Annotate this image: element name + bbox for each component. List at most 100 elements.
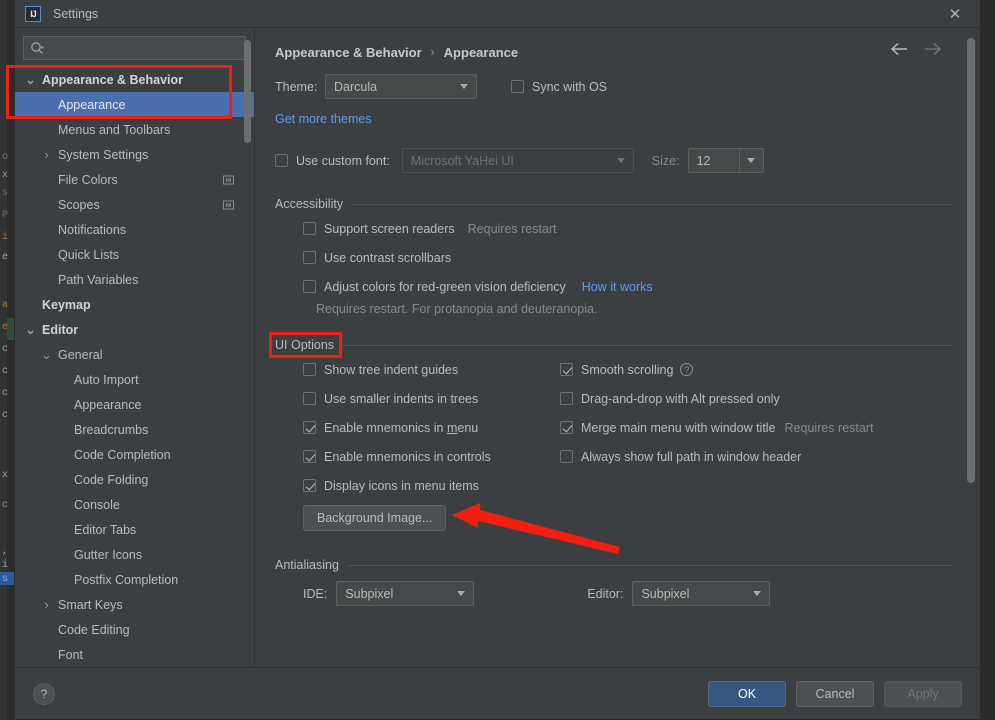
sidebar-item-appearance[interactable]: Appearance	[15, 92, 254, 117]
ui-option-row: Enable mnemonics in menu	[303, 413, 555, 442]
code-fragment: i	[2, 560, 9, 571]
ui-option-label: Enable mnemonics in menu	[324, 420, 479, 435]
chevron-down-icon[interactable]: ⌄	[40, 348, 53, 361]
ui-option-row: Always show full path in window header	[560, 442, 873, 471]
sidebar-item-code-editing[interactable]: Code Editing	[15, 617, 254, 642]
ui-option-label: Merge main menu with window title	[581, 420, 776, 435]
antialiasing-ide-combobox[interactable]: Subpixel	[336, 581, 475, 606]
breadcrumb-parent[interactable]: Appearance & Behavior	[275, 45, 422, 60]
arrow-right-icon[interactable]	[923, 42, 942, 56]
settings-tree: ⌄ Appearance & Behavior Appearance Menus an…	[15, 66, 254, 667]
ui-option-checkbox-left-2[interactable]	[303, 421, 316, 434]
ui-options-left-column: Show tree indent guides Use smaller inden…	[303, 355, 555, 500]
ui-option-row: Smooth scrolling?	[560, 355, 873, 384]
sidebar-scrollbar[interactable]	[244, 40, 251, 143]
accessibility-title: Accessibility	[275, 197, 344, 211]
sidebar-item-label: Editor Tabs	[74, 522, 137, 537]
antialiasing-editor-combobox[interactable]: Subpixel	[632, 581, 771, 606]
ui-option-checkbox-left-0[interactable]	[303, 363, 316, 376]
sidebar-item-scopes[interactable]: Scopes	[15, 192, 254, 217]
sidebar-item-general[interactable]: ⌄ General	[15, 342, 254, 367]
code-fragment: o	[2, 152, 9, 163]
sidebar-item-code-completion[interactable]: Code Completion	[15, 442, 254, 467]
chevron-down-icon[interactable]: ⌄	[24, 323, 37, 336]
code-fragment: e	[2, 322, 9, 333]
sidebar-item-code-folding[interactable]: Code Folding	[15, 467, 254, 492]
sidebar-item-menus-and-toolbars[interactable]: Menus and Toolbars	[15, 117, 254, 142]
accessibility-options: Support screen readers Requires restart Us…	[303, 214, 980, 301]
ok-button[interactable]: OK	[708, 680, 786, 707]
font-size-spinner[interactable]: 12	[687, 148, 764, 173]
close-icon[interactable]: ✕	[938, 3, 972, 25]
arrow-left-icon[interactable]	[890, 42, 909, 56]
sidebar-item-font[interactable]: Font	[15, 642, 254, 667]
use-custom-font-checkbox[interactable]	[275, 154, 288, 167]
sidebar-item-console[interactable]: Console	[15, 492, 254, 517]
sidebar-item-editor-tabs[interactable]: Editor Tabs	[15, 517, 254, 542]
accessibility-checkbox-0[interactable]	[303, 222, 316, 235]
theme-value: Darcula	[334, 79, 378, 94]
sidebar-item-keymap[interactable]: Keymap	[15, 292, 254, 317]
ui-option-label: Drag-and-drop with Alt pressed only	[581, 391, 780, 406]
background-image-row: Background Image...	[303, 505, 980, 531]
ui-option-checkbox-left-4[interactable]	[303, 479, 316, 492]
help-button[interactable]: ?	[33, 682, 55, 705]
chevron-down-icon[interactable]: ⌄	[24, 73, 37, 86]
get-more-themes-link[interactable]: Get more themes	[275, 112, 372, 126]
sidebar-item-auto-import[interactable]: Auto Import	[15, 367, 254, 392]
sidebar-item-postfix-completion[interactable]: Postfix Completion	[15, 567, 254, 592]
requires-restart-hint: Requires restart	[467, 221, 557, 236]
sidebar-item-appearance-behavior[interactable]: ⌄ Appearance & Behavior	[15, 67, 254, 92]
search-box[interactable]	[23, 36, 246, 60]
accessibility-checkbox-1[interactable]	[303, 251, 316, 264]
accessibility-checkbox-2[interactable]	[303, 280, 316, 293]
apply-button[interactable]: Apply	[884, 680, 962, 707]
sidebar-item-breadcrumbs[interactable]: Breadcrumbs	[15, 417, 254, 442]
sidebar-item-label: Code Folding	[74, 472, 149, 487]
ui-options-right-column: Smooth scrolling? Drag-and-drop with Alt …	[560, 355, 873, 471]
ui-option-row: Display icons in menu items	[303, 471, 555, 500]
custom-font-combobox[interactable]: Microsoft YaHei UI	[401, 148, 634, 173]
how-it-works-link[interactable]: How it works	[582, 280, 653, 294]
sidebar-item-editor[interactable]: ⌄ Editor	[15, 317, 254, 342]
group-divider	[346, 564, 952, 566]
sidebar-item-appearance[interactable]: Appearance	[15, 392, 254, 417]
sidebar-item-smart-keys[interactable]: › Smart Keys	[15, 592, 254, 617]
ui-option-checkbox-left-1[interactable]	[303, 392, 316, 405]
code-fragment: c	[2, 344, 9, 355]
sidebar-item-path-variables[interactable]: Path Variables	[15, 267, 254, 292]
sidebar-item-file-colors[interactable]: File Colors	[15, 167, 254, 192]
sidebar-item-gutter-icons[interactable]: Gutter Icons	[15, 542, 254, 567]
ui-option-checkbox-right-2[interactable]	[560, 421, 573, 434]
chevron-right-icon[interactable]: ›	[40, 147, 53, 162]
accessibility-option-label: Use contrast scrollbars	[324, 250, 452, 265]
help-icon[interactable]: ?	[680, 363, 694, 376]
custom-font-value: Microsoft YaHei UI	[410, 153, 514, 168]
sidebar-item-quick-lists[interactable]: Quick Lists	[15, 242, 254, 267]
sidebar-item-notifications[interactable]: Notifications	[15, 217, 254, 242]
font-size-dropdown-button[interactable]	[738, 149, 763, 172]
breadcrumb: Appearance & Behavior › Appearance	[275, 28, 980, 70]
scope-indicator-icon	[223, 200, 234, 209]
background-image-button[interactable]: Background Image...	[303, 505, 447, 531]
ui-option-checkbox-left-3[interactable]	[303, 450, 316, 463]
ui-option-checkbox-right-3[interactable]	[560, 450, 573, 463]
sync-with-os-checkbox[interactable]	[511, 80, 524, 93]
search-input[interactable]	[45, 41, 239, 55]
antialiasing-editor-label: Editor:	[587, 586, 624, 601]
ui-option-label: Smooth scrolling	[581, 362, 674, 377]
sync-with-os-row[interactable]: Sync with OS	[511, 72, 607, 101]
code-fragment: c	[2, 388, 9, 399]
sidebar-item-label: Editor	[42, 322, 79, 337]
ui-option-checkbox-right-1[interactable]	[560, 392, 573, 405]
cancel-button[interactable]: Cancel	[796, 680, 874, 707]
chevron-right-icon[interactable]: ›	[40, 597, 53, 612]
ui-option-checkbox-right-0[interactable]	[560, 363, 573, 376]
sidebar-item-system-settings[interactable]: › System Settings	[15, 142, 254, 167]
antialiasing-ide-label: IDE:	[303, 586, 328, 601]
content-scrollbar[interactable]	[967, 38, 975, 483]
theme-combobox[interactable]: Darcula	[325, 74, 477, 99]
